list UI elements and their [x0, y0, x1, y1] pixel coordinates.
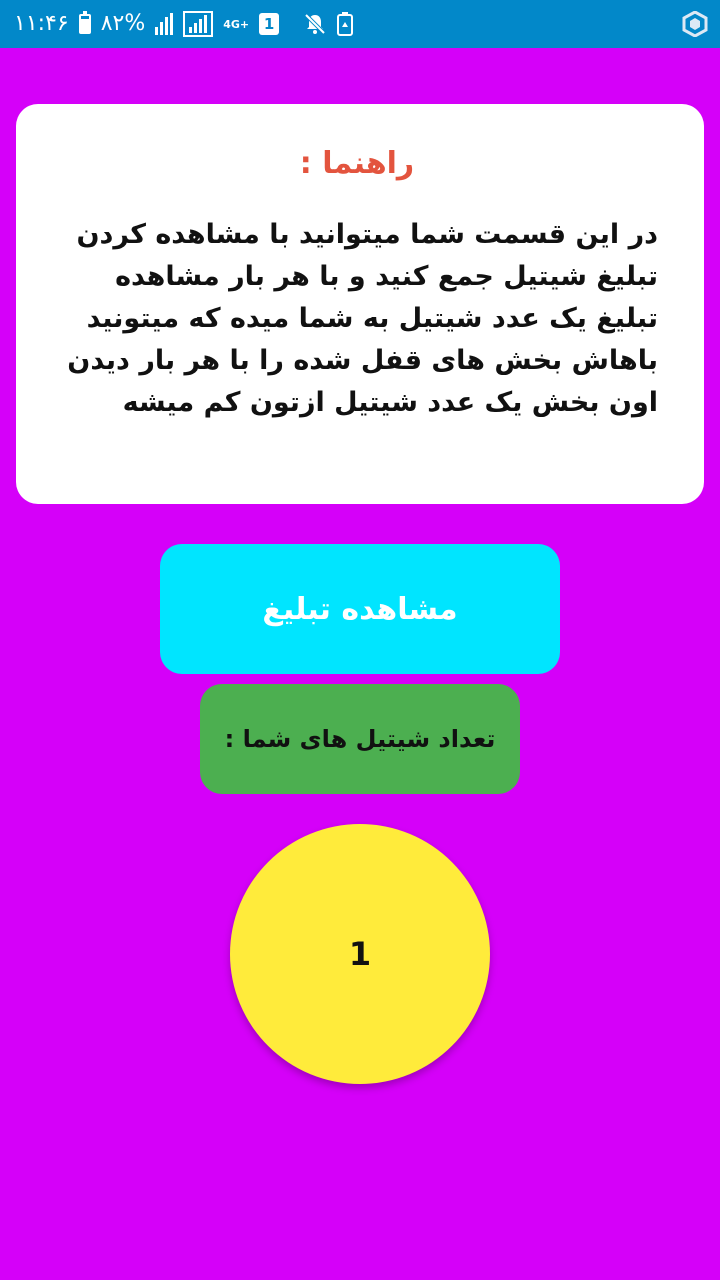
- watch-ad-label: مشاهده تبلیغ: [262, 591, 458, 627]
- battery-percent: ۸۲%: [100, 11, 146, 36]
- status-bar: ۱۱:۴۶ ۸۲% 4G+ 1: [0, 0, 720, 48]
- coin-count-label-box: تعداد شیتیل های شما :: [200, 684, 520, 794]
- app-hex-icon: [682, 11, 708, 37]
- sim-number: 1: [263, 15, 275, 33]
- coin-count-label: تعداد شیتیل های شما :: [224, 725, 496, 753]
- recycle-battery-icon: [337, 12, 354, 36]
- mute-icon: [303, 12, 327, 36]
- watch-ad-button[interactable]: مشاهده تبلیغ: [160, 544, 560, 674]
- guide-card: راهنما : در این قسمت شما میتوانید با مشا…: [16, 104, 704, 504]
- guide-text: در این قسمت شما میتوانید با مشاهده کردن …: [67, 219, 658, 418]
- coin-count-value: 1: [348, 935, 372, 973]
- sim-icon: 1: [259, 13, 280, 35]
- status-left-group: ۱۱:۴۶ ۸۲% 4G+ 1: [14, 11, 354, 37]
- guide-title: راهنما :: [299, 146, 415, 181]
- network-type-label: 4G+: [223, 17, 250, 31]
- network-4g-icon: 4G+: [223, 19, 249, 30]
- status-right-group: [682, 11, 708, 37]
- coin-count-circle: 1: [230, 824, 490, 1084]
- status-time: ۱۱:۴۶: [14, 11, 69, 36]
- signal-icon: [155, 13, 174, 35]
- signal-box-icon: [183, 11, 214, 37]
- battery-icon: [78, 11, 91, 34]
